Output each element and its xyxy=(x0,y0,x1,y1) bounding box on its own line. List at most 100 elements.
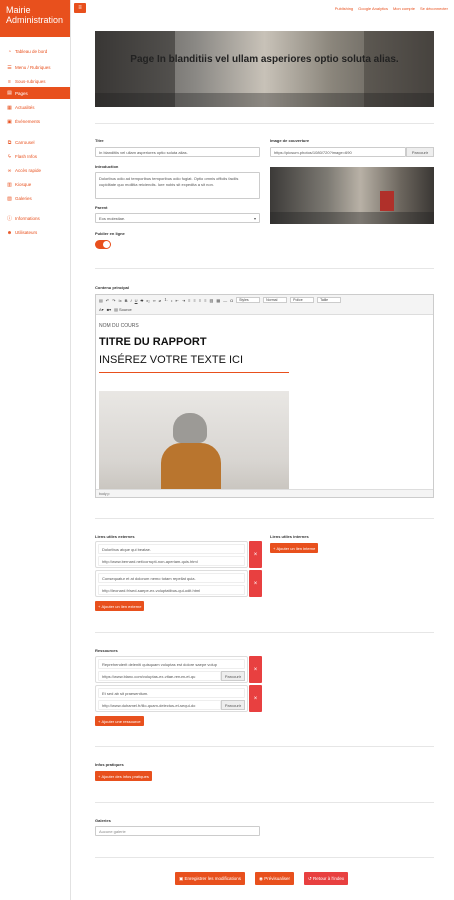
top-link-logout[interactable]: Se déconnecter xyxy=(420,6,448,11)
add-internal-link-button[interactable]: + Ajouter un lien interne xyxy=(270,543,319,553)
resource-browse-button[interactable]: Parcourir xyxy=(221,671,245,681)
add-resource-label: Ajouter une ressource xyxy=(101,718,141,724)
divider xyxy=(95,123,434,124)
publish-toggle[interactable] xyxy=(95,240,111,249)
size-select[interactable]: Taille xyxy=(317,297,342,303)
sidebar-item-actualites[interactable]: ▦ Actualités xyxy=(0,102,70,113)
sidebar-item-label: Galeries xyxy=(15,196,32,201)
resource-url-input[interactable]: https://www.blanc.com/voluptas-ex-vitae-… xyxy=(98,671,221,681)
font-select[interactable]: Police xyxy=(290,297,315,303)
title-label: Titre xyxy=(95,138,104,143)
rich-text-editor[interactable]: ▤ ↶ ↷ Ix B I U S x₂ ∞ ⌀ ⒈ • ⇤ ⇥ ≡ ≡ ≡ ≡ … xyxy=(95,294,434,498)
underline-icon[interactable]: U xyxy=(135,298,138,303)
strike-icon[interactable]: S xyxy=(141,298,144,303)
sidebar-item-flash-infos[interactable]: ϟ Flash Infos xyxy=(0,151,70,162)
top-link-analytics[interactable]: Google Analytics xyxy=(358,6,388,11)
external-link-url-input[interactable]: http://www.bernard.net/corrupti-non-aper… xyxy=(98,556,245,566)
sidebar-item-evenements[interactable]: ▣ Événements xyxy=(0,116,70,127)
sidebar-item-label: Carrousel xyxy=(15,140,35,145)
text-color-icon[interactable]: A▾ xyxy=(99,307,104,312)
align-left-icon[interactable]: ≡ xyxy=(188,298,190,303)
preview-button-label: Prévisualiser xyxy=(264,876,290,881)
sidebar-item-kiosque[interactable]: ▥ Kiosque xyxy=(0,179,70,190)
align-right-icon[interactable]: ≡ xyxy=(199,298,201,303)
styles-select[interactable]: Styles xyxy=(236,297,261,303)
parent-select[interactable]: Eos molestiae. ▾ xyxy=(95,213,260,223)
bold-icon[interactable]: B xyxy=(125,298,128,303)
external-link-title-input[interactable]: Consequatur et at dolorum nemo totam rep… xyxy=(98,573,245,583)
remove-external-link-button[interactable]: × xyxy=(249,570,262,597)
cover-url-input[interactable]: https://picsum.photos/1080/720?image=690 xyxy=(270,147,406,157)
table-icon[interactable]: ▦ xyxy=(216,298,220,303)
top-links: Publishing Google Analytics Mon compte S… xyxy=(335,6,448,11)
sidebar-item-galeries[interactable]: ▨ Galeries xyxy=(0,193,70,204)
intro-textarea[interactable]: Doloribus odio ad temporibus temporibus … xyxy=(95,172,260,199)
clear-format-icon[interactable]: Ix xyxy=(119,298,122,303)
source-icon[interactable]: ▤ Source xyxy=(114,307,132,312)
sidebar-toggle-button[interactable]: ≡ xyxy=(74,3,86,13)
add-infos-button[interactable]: + Ajouter des infos pratiques xyxy=(95,771,152,781)
book-icon: ▥ xyxy=(7,181,12,188)
sidebar-item-sous-rubriques[interactable]: ≡ Sous-rubriques xyxy=(0,76,70,87)
sidebar-item-label: Actualités xyxy=(15,105,35,110)
format-select[interactable]: Normal xyxy=(263,297,288,303)
back-button[interactable]: ↺ Retour à l'index xyxy=(304,872,349,885)
galleries-select[interactable]: Aucune galerie xyxy=(95,826,260,836)
image-icon[interactable]: ▨ xyxy=(210,298,214,303)
link-icon[interactable]: ∞ xyxy=(153,298,156,303)
hr-icon[interactable]: — xyxy=(223,298,227,303)
editor-body: NOM DU COURS TITRE DU RAPPORT INSÉREZ VO… xyxy=(99,323,289,373)
resource-title-input[interactable]: Et sed ab sit praesentium. xyxy=(98,688,245,698)
sidebar-nav: ◔ Tableau de bord ☰ Menu / Rubriques ≡ Sous… xyxy=(0,37,70,238)
resource-title-input[interactable]: Reprehenderit deleniti quisquam voluptas… xyxy=(98,659,245,669)
list-icon: ≡ xyxy=(8,78,11,85)
sidebar-item-utilisateurs[interactable]: ☻ Utilisateurs xyxy=(0,227,70,238)
source-icon[interactable]: ▤ xyxy=(99,298,103,303)
special-char-icon[interactable]: Ω xyxy=(230,298,233,303)
divider xyxy=(95,746,434,747)
cover-browse-button[interactable]: Parcourir xyxy=(406,147,434,157)
internal-links-label: Liens utiles internes xyxy=(270,534,309,539)
italic-icon[interactable]: I xyxy=(131,298,132,303)
slides-icon: ⧉ xyxy=(7,139,12,146)
sidebar-item-pages[interactable]: ▤ Pages xyxy=(0,87,70,99)
top-link-account[interactable]: Mon compte xyxy=(393,6,415,11)
bg-color-icon[interactable]: ■▾ xyxy=(107,307,111,312)
add-external-link-button[interactable]: + Ajouter un lien externe xyxy=(95,601,145,611)
outdent-icon[interactable]: ⇤ xyxy=(175,298,178,303)
indent-icon[interactable]: ⇥ xyxy=(182,298,185,303)
justify-icon[interactable]: ≡ xyxy=(204,298,206,303)
remove-resource-button[interactable]: × xyxy=(249,656,262,683)
divider xyxy=(95,518,434,519)
divider xyxy=(95,857,434,858)
title-input[interactable]: In blanditiis vel ullam asperiores optio… xyxy=(95,147,260,157)
external-link-url-input[interactable]: http://leonard.fr/sed-saepe-ex-voluptati… xyxy=(98,585,245,595)
remove-resource-button[interactable]: × xyxy=(249,685,262,712)
add-external-link-label: Ajouter un lien externe xyxy=(101,603,142,609)
align-center-icon[interactable]: ≡ xyxy=(194,298,196,303)
brand-title[interactable]: Mairie Administration xyxy=(0,0,70,37)
redo-icon[interactable]: ↷ xyxy=(112,298,115,303)
bullet-list-icon[interactable]: • xyxy=(171,298,172,303)
sidebar-item-informations[interactable]: ⓘ Informations xyxy=(0,213,70,224)
sidebar-item-carrousel[interactable]: ⧉ Carrousel xyxy=(0,137,70,148)
subscript-icon[interactable]: x₂ xyxy=(146,298,150,303)
remove-external-link-button[interactable]: × xyxy=(249,541,262,568)
save-button[interactable]: ▣ Enregistrer les modifications xyxy=(175,872,246,885)
resource-url-input[interactable]: http://www.duhamel.fr/illo-quam-delectus… xyxy=(98,700,221,710)
sidebar-item-menu-rubriques[interactable]: ☰ Menu / Rubriques xyxy=(0,62,70,73)
external-link-title-input[interactable]: Doloribus atque qui beatae. xyxy=(98,544,245,554)
sidebar-item-tableau-de-bord[interactable]: ◔ Tableau de bord xyxy=(0,46,70,57)
newspaper-icon: ▦ xyxy=(7,104,12,111)
top-link-publishing[interactable]: Publishing xyxy=(335,6,353,11)
ordered-list-icon[interactable]: ⒈ xyxy=(164,297,168,303)
sidebar-item-acces-rapide[interactable]: ∞ Accès rapide xyxy=(0,165,70,176)
undo-icon[interactable]: ↶ xyxy=(106,298,109,303)
preview-button[interactable]: ◉ Prévisualiser xyxy=(255,872,294,885)
add-resource-button[interactable]: + Ajouter une ressource xyxy=(95,716,144,726)
divider xyxy=(95,802,434,803)
unlink-icon[interactable]: ⌀ xyxy=(159,298,161,303)
resource-browse-button[interactable]: Parcourir xyxy=(221,700,245,710)
editor-text-placeholder: INSÉREZ VOTRE TEXTE ICI xyxy=(99,354,244,366)
page-title: Page In blanditiis vel ullam asperiores … xyxy=(130,54,399,65)
